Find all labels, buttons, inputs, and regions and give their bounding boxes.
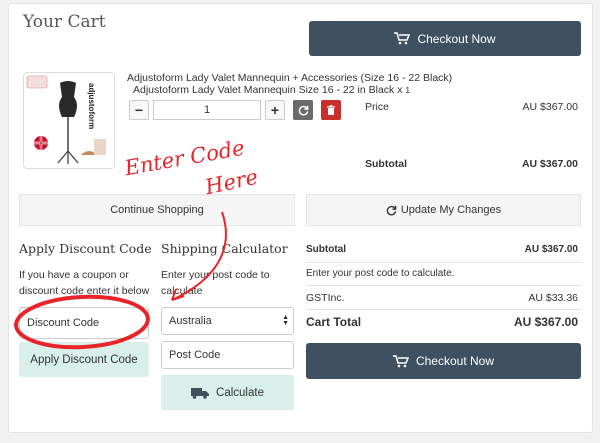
annotation-overlay — [14, 211, 227, 350]
annotation-circle — [14, 294, 150, 350]
annotation-arrow — [171, 211, 227, 301]
